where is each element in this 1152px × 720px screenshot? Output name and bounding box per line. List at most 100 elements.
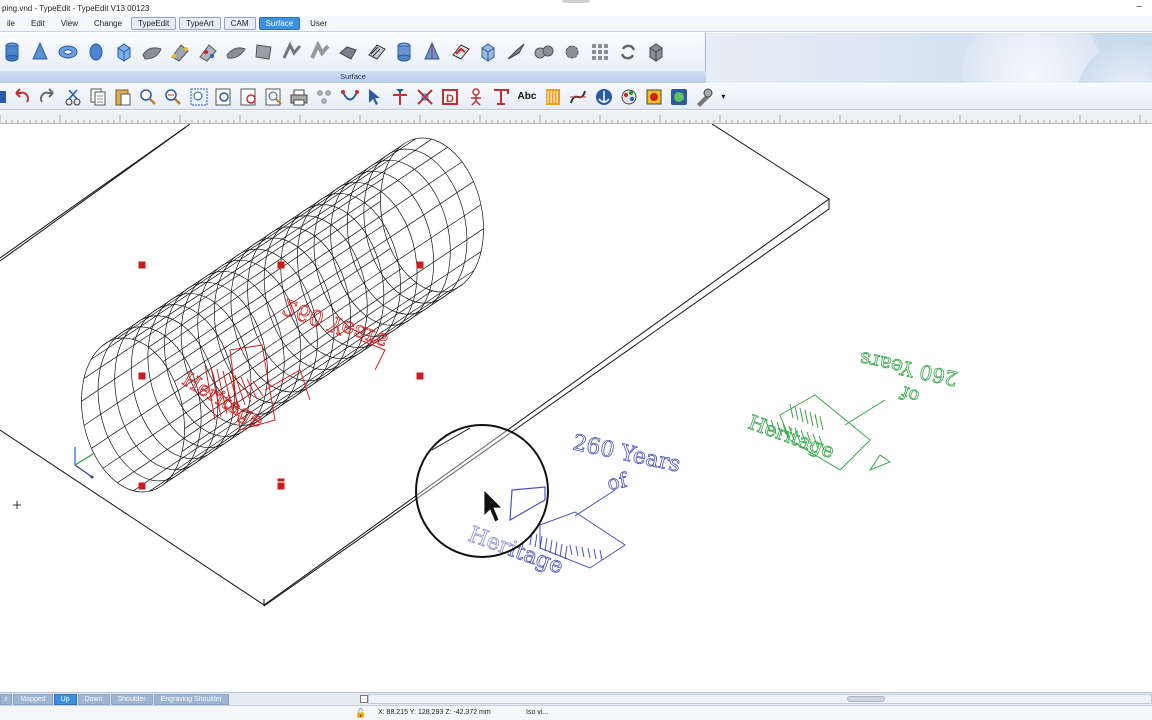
sphere-icon[interactable] xyxy=(84,39,108,65)
shaded-cube-icon[interactable] xyxy=(476,39,500,65)
view-name: Iso vi... xyxy=(526,709,549,716)
copy-icon[interactable] xyxy=(87,86,109,108)
select-arrow-icon[interactable] xyxy=(364,86,386,108)
zoom-previous-icon[interactable] xyxy=(263,86,285,108)
zoom-fit-icon[interactable] xyxy=(213,86,235,108)
lock-icon[interactable]: 🔓 xyxy=(355,708,366,719)
menu-surface[interactable]: Surface xyxy=(258,17,301,30)
scrollbar-thumb[interactable] xyxy=(847,696,885,702)
menu-user[interactable]: User xyxy=(303,18,334,29)
view-checkbox[interactable] xyxy=(360,695,368,703)
nodes-icon[interactable] xyxy=(313,86,335,108)
scene-svg: 260 Years Heritage 260 Years of Heritage… xyxy=(0,123,960,607)
project-cylinder-icon[interactable] xyxy=(392,39,416,65)
torus-icon[interactable] xyxy=(56,39,80,65)
wrap-text-icon[interactable] xyxy=(448,39,472,65)
mode-tab-mapped[interactable]: Mapped xyxy=(13,693,53,705)
selection-handle[interactable] xyxy=(138,261,146,269)
blend-surface-icon[interactable] xyxy=(308,39,332,65)
menu-edit[interactable]: Edit xyxy=(24,18,52,29)
mesh-ring xyxy=(147,293,252,448)
mode-tab-engraving-shoulder[interactable]: Engraving Shoulder xyxy=(153,693,230,705)
surface-ribbon: Surface xyxy=(0,33,706,83)
save-icon[interactable] xyxy=(0,86,8,108)
cone-icon[interactable] xyxy=(28,39,52,65)
text-tool-icon[interactable]: Abc xyxy=(515,86,539,108)
bezier-icon[interactable] xyxy=(339,86,361,108)
sweep-surface-icon[interactable] xyxy=(168,39,192,65)
barcode-icon[interactable] xyxy=(542,86,564,108)
menu-cam[interactable]: CAM xyxy=(223,17,256,30)
menu-change[interactable]: Change xyxy=(87,18,129,29)
menu-view[interactable]: View xyxy=(54,18,85,29)
green-hatch xyxy=(809,411,814,427)
mode-tab-up[interactable]: Up xyxy=(53,693,77,705)
mesh-ring xyxy=(263,215,368,371)
node-edit-icon[interactable] xyxy=(389,86,411,108)
cut-icon[interactable] xyxy=(62,86,84,108)
selection-handle[interactable] xyxy=(277,478,285,482)
render-icon[interactable] xyxy=(668,86,690,108)
mode-tab-down[interactable]: Down xyxy=(77,693,110,705)
horizontal-scrollbar[interactable] xyxy=(368,694,1152,704)
green-hatch xyxy=(794,405,799,421)
offset-surface-icon[interactable] xyxy=(336,39,360,65)
green-line-heritage: Heritage xyxy=(745,410,838,463)
cursor-coordinates: X: 88.215 Y: 128.293 Z: -42.372 mm xyxy=(378,709,491,716)
green-hatch xyxy=(789,403,794,419)
loft-surface-icon[interactable] xyxy=(196,39,220,65)
ruled-surface-icon[interactable] xyxy=(252,39,276,65)
engrave-tool-icon[interactable] xyxy=(693,86,715,108)
grid-icon[interactable] xyxy=(588,39,612,65)
magnifier-circle xyxy=(415,424,549,558)
selection-handle[interactable] xyxy=(277,261,285,269)
axis-gizmo xyxy=(74,447,94,479)
menu-typeedit[interactable]: TypeEdit xyxy=(131,17,177,30)
selection-handle[interactable] xyxy=(416,372,424,380)
selection-handle[interactable] xyxy=(138,482,146,490)
selection-handle[interactable] xyxy=(416,261,424,269)
color-palette-icon[interactable] xyxy=(618,86,640,108)
zoom-in-icon[interactable] xyxy=(137,86,159,108)
print-icon[interactable] xyxy=(288,86,310,108)
fill-color-icon[interactable] xyxy=(643,86,665,108)
green-hatch xyxy=(799,407,804,423)
refresh-icon[interactable] xyxy=(616,39,640,65)
zoom-page-icon[interactable] xyxy=(238,86,260,108)
text-frame-icon[interactable] xyxy=(490,86,512,108)
minimize-button[interactable]: – xyxy=(1136,1,1142,12)
cube-icon[interactable] xyxy=(112,39,136,65)
redo-icon[interactable] xyxy=(36,86,58,108)
gear-mesh-icon[interactable] xyxy=(560,39,584,65)
mode-tab-r[interactable]: r xyxy=(0,693,13,705)
blue-line-260-years: 260 Years xyxy=(570,430,682,477)
path-tool-icon[interactable] xyxy=(567,86,589,108)
toolbar-overflow-icon[interactable]: ▾ xyxy=(718,86,728,108)
trim-icon[interactable] xyxy=(414,86,436,108)
zoom-window-icon[interactable] xyxy=(188,86,210,108)
anchor-icon[interactable] xyxy=(593,86,615,108)
mesh-join-icon[interactable] xyxy=(532,39,556,65)
zoom-out-icon[interactable] xyxy=(162,86,184,108)
blue-hatch xyxy=(569,544,573,556)
selection-handle[interactable] xyxy=(138,372,146,380)
project-cone-icon[interactable] xyxy=(420,39,444,65)
blue-hatch xyxy=(599,549,603,561)
d-tool-icon[interactable]: D xyxy=(439,86,461,108)
mode-tab-shoulder[interactable]: Shoulder xyxy=(110,693,153,705)
extrude-surface-icon[interactable] xyxy=(280,39,304,65)
undo-icon[interactable] xyxy=(11,86,33,108)
menu-ile[interactable]: ile xyxy=(0,18,22,29)
ribbon-decoration xyxy=(706,33,1152,83)
cylinder-icon[interactable] xyxy=(0,39,24,65)
figure-icon[interactable] xyxy=(465,86,487,108)
menu-typeart[interactable]: TypeArt xyxy=(179,17,221,30)
knife-icon[interactable] xyxy=(504,39,528,65)
revolve-surface-icon[interactable] xyxy=(224,39,248,65)
wrap-surface-icon[interactable] xyxy=(364,39,388,65)
selection-handle[interactable] xyxy=(277,482,285,490)
drawing-canvas[interactable]: 260 Years Heritage 260 Years of Heritage… xyxy=(0,123,1152,692)
solid-cube-icon[interactable] xyxy=(644,39,668,65)
paste-icon[interactable] xyxy=(112,86,134,108)
surface-patch-icon[interactable] xyxy=(140,39,164,65)
